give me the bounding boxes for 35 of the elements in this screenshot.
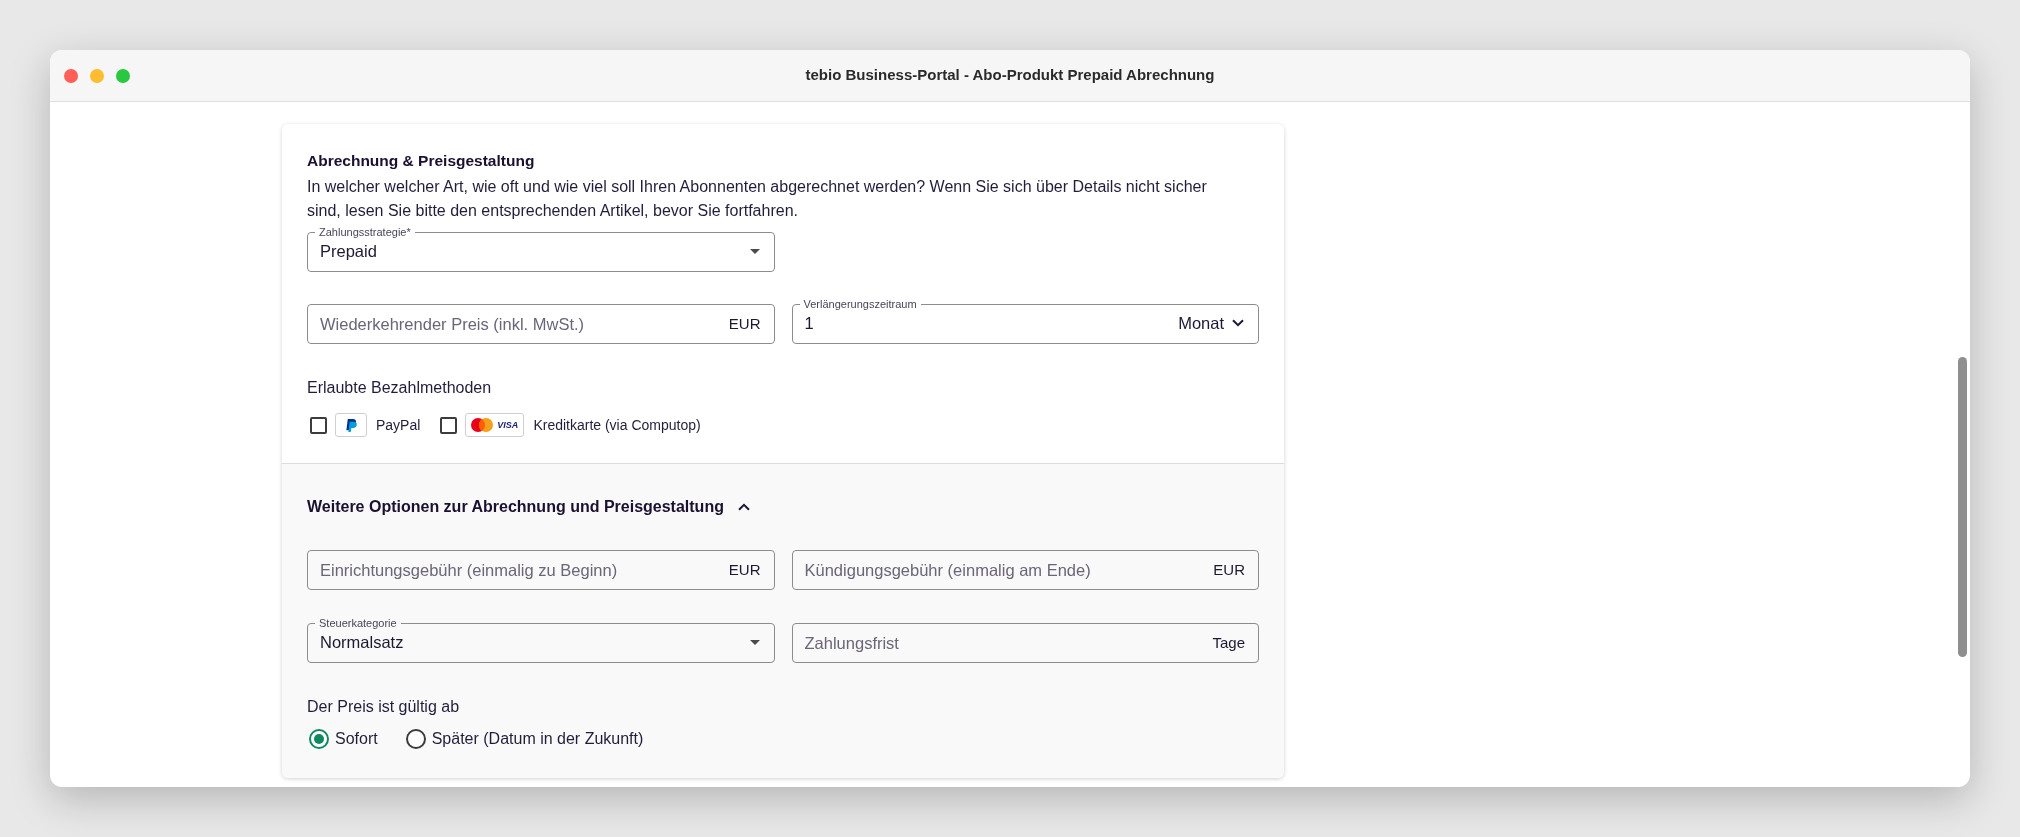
radio-label[interactable]: Später (Datum in der Zukunft) xyxy=(431,729,644,749)
select-field[interactable]: Zahlungsstrategie* Prepaid xyxy=(307,226,775,272)
section-description: In welcher welcher Art, wie oft und wie viel soll Ihren Abonnenten abgerechnet werden? Wenn Sie sich über Details nicht sicher sind, lesen Sie bitte den entsprechenden Artikel, bevor Sie fortfahren. xyxy=(307,177,1208,221)
chevron-down-icon xyxy=(1232,319,1244,327)
window-title: tebio Business-Portal - Abo-Produkt Prepaid Abrechnung xyxy=(805,65,1215,86)
field-label: Steuerkategorie xyxy=(318,617,398,629)
select-value: Normalsatz xyxy=(320,631,405,653)
section-heading: Abrechnung & Preisgestaltung xyxy=(307,151,536,171)
overlapping-circles-icon xyxy=(471,418,494,432)
checkbox-label[interactable]: PayPal xyxy=(376,417,421,433)
field-label: Verlängerungszeitraum xyxy=(802,298,918,310)
unit-label: EUR xyxy=(728,561,761,579)
scrollbar-thumb[interactable] xyxy=(1958,357,1967,657)
group-label: Erlaubte Bezahlmethoden xyxy=(307,378,493,398)
caret-down-icon xyxy=(749,248,760,254)
radio-button[interactable] xyxy=(309,729,329,749)
select-value: Prepaid xyxy=(320,240,378,262)
section-toggle[interactable]: Weitere Optionen zur Abrechnung und Preisgestaltung xyxy=(307,497,750,517)
paypal-logo-icon xyxy=(335,413,367,437)
radio-button[interactable] xyxy=(405,729,426,749)
unit-label: EUR xyxy=(1213,561,1245,579)
group-label: Der Preis ist gültig ab xyxy=(307,697,461,717)
card-brand-wordmark: VISA xyxy=(497,420,519,430)
close-button[interactable] xyxy=(64,69,78,83)
checkbox[interactable] xyxy=(440,416,458,434)
select-field[interactable]: Steuerkategorie Normalsatz xyxy=(307,617,775,663)
period-input[interactable]: Verlängerungszeitraum 1 Monat xyxy=(791,298,1259,344)
caret-down-icon xyxy=(749,639,760,645)
field-label: Zahlungsstrategie* xyxy=(318,226,412,238)
radio-label[interactable]: Sofort xyxy=(335,729,378,749)
checkbox-label[interactable]: Kreditkarte (via Computop) xyxy=(533,417,701,433)
unit-label: EUR xyxy=(728,315,761,333)
unit-label: Tage xyxy=(1212,634,1245,652)
checkbox[interactable] xyxy=(310,416,327,434)
unit-dropdown[interactable]: Monat xyxy=(1178,310,1244,336)
